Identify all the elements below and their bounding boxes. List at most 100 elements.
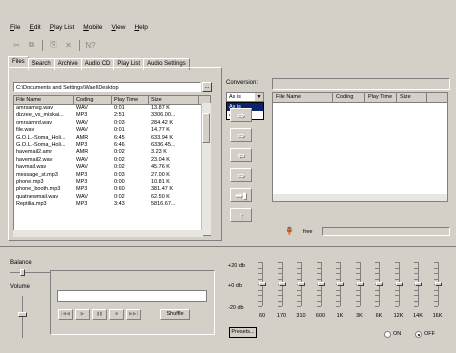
eq-slider-handle[interactable] bbox=[298, 282, 305, 286]
play-list[interactable]: File Name Coding Play Time Size bbox=[272, 92, 448, 202]
copy-icon[interactable]: ⧉ bbox=[25, 39, 38, 51]
volume-slider-handle[interactable] bbox=[18, 312, 27, 317]
move-right-button[interactable]: ⇨ bbox=[230, 168, 252, 182]
file-column-header[interactable]: Size bbox=[149, 96, 199, 104]
table-cell: MP3 bbox=[76, 171, 88, 178]
file-column-header[interactable]: Play Time bbox=[112, 96, 149, 104]
menu-help[interactable]: Help bbox=[134, 24, 147, 36]
move-right-icon: ⇨ bbox=[237, 170, 245, 180]
menu-play-list[interactable]: Play List bbox=[50, 24, 75, 36]
move-up-button[interactable]: ↑ bbox=[230, 208, 252, 222]
table-row[interactable]: dizzee_vs_miskai... MP3 2:51 3306.00... bbox=[14, 112, 210, 119]
eq-tick-mark bbox=[277, 278, 282, 280]
eq-slider-handle[interactable] bbox=[415, 282, 422, 286]
playlist-column-header[interactable]: Size bbox=[397, 93, 427, 102]
table-row[interactable]: Reptilia.mp3 MP3 3:43 5816.67... bbox=[14, 201, 210, 208]
eq-slider-handle[interactable] bbox=[356, 282, 364, 286]
toolbar-separator bbox=[79, 39, 80, 51]
player-panel bbox=[50, 270, 215, 335]
playback-progress-bar[interactable] bbox=[57, 290, 207, 302]
browse-button[interactable]: ... bbox=[202, 82, 212, 92]
file-list-horizontal-scrollbar[interactable] bbox=[13, 230, 203, 237]
folder-path-input[interactable]: C:\Documents and Settings\Wael\Desktop bbox=[13, 82, 201, 92]
destination-path-input[interactable] bbox=[272, 78, 450, 90]
table-cell: WAV bbox=[76, 164, 88, 171]
add-all-button[interactable]: ⇨ bbox=[230, 128, 252, 142]
menu-mobile[interactable]: Mobile bbox=[83, 24, 102, 36]
eq-tick-mark bbox=[394, 273, 399, 274]
eq-tick-mark bbox=[258, 295, 262, 296]
play-list-horizontal-scrollbar[interactable] bbox=[273, 194, 447, 201]
table-row[interactable]: phone.mp3 MP3 0:00 10.81 K bbox=[14, 179, 210, 186]
play-button[interactable]: ▶ bbox=[75, 309, 90, 320]
table-row[interactable]: havmail.wav WAV 0:02 45.76 K bbox=[14, 164, 210, 171]
table-row[interactable]: quatnewmail.wav WAV 0:02 62.50 K bbox=[14, 194, 210, 201]
balance-slider-track[interactable] bbox=[10, 272, 50, 273]
table-row[interactable]: havemail2.wav WAV 0:02 23.04 K bbox=[14, 157, 210, 164]
convert-button[interactable]: ➡▮ bbox=[230, 188, 252, 202]
table-cell: 14.77 K bbox=[151, 127, 170, 134]
table-cell: WAV bbox=[76, 193, 88, 200]
volume-slider-track[interactable] bbox=[22, 296, 23, 338]
menu-view[interactable]: View bbox=[111, 24, 125, 36]
conversion-select[interactable]: As is ▼ bbox=[226, 92, 264, 102]
eq-tick-mark bbox=[433, 278, 438, 280]
file-list-vertical-scrollbar[interactable] bbox=[201, 103, 211, 235]
table-cell: message_st.mp3 bbox=[16, 171, 58, 178]
file-column-header[interactable]: Coding bbox=[74, 96, 112, 104]
eq-slider-handle[interactable] bbox=[278, 282, 286, 286]
eq-slider-handle[interactable] bbox=[337, 282, 344, 286]
file-column-header[interactable]: File Name bbox=[14, 96, 74, 104]
add-to-list-button[interactable]: ⇨ bbox=[230, 108, 252, 122]
table-cell: 0:01 bbox=[114, 127, 125, 134]
eq-tick-mark bbox=[297, 295, 301, 296]
table-row[interactable]: amrsamsg.wav WAV 0:01 13.87 K bbox=[14, 105, 210, 112]
eq-tick-mark bbox=[355, 295, 360, 296]
eq-slider-handle[interactable] bbox=[395, 282, 403, 286]
balance-slider-handle[interactable] bbox=[20, 269, 25, 276]
eq-slider-handle[interactable] bbox=[317, 282, 325, 286]
eq-off-radio[interactable] bbox=[415, 331, 422, 338]
file-list[interactable]: File Name Coding Play Time Size amrsamsg.wa… bbox=[13, 95, 211, 236]
cut-icon[interactable]: ✂ bbox=[10, 39, 23, 51]
eq-on-radio[interactable] bbox=[384, 331, 391, 338]
table-row[interactable]: G.O.L.-Soma_Holi... AMR 6:45 633.94 K bbox=[14, 135, 210, 142]
previous-button[interactable]: |◀◀ bbox=[58, 309, 73, 320]
playlist-column-header[interactable]: Coding bbox=[333, 93, 365, 102]
paste-icon[interactable]: ⎘ bbox=[47, 39, 60, 51]
table-cell: quatnewmail.wav bbox=[16, 193, 59, 200]
menu-file[interactable]: File bbox=[10, 24, 21, 36]
toolbar: ✂ ⧉ ⎘ ✕ N? bbox=[10, 38, 97, 52]
pause-button[interactable]: ▮▮ bbox=[92, 309, 107, 320]
presets-button[interactable]: Presets... bbox=[229, 327, 257, 338]
eq-tick-mark bbox=[316, 267, 321, 269]
playlist-column-header[interactable]: Play Time bbox=[365, 93, 397, 102]
eq-scale-label: +20 db bbox=[228, 263, 245, 269]
eq-tick-mark bbox=[336, 273, 340, 274]
eq-tick-mark bbox=[414, 295, 418, 296]
table-row[interactable]: havemail2.amr AMR 0:02 3.23 K bbox=[14, 149, 210, 156]
table-row[interactable]: file.wav WAV 0:01 14.77 K bbox=[14, 127, 210, 134]
eq-tick-mark bbox=[355, 273, 360, 274]
table-row[interactable]: message_st.mp3 MP3 0:03 27.00 K bbox=[14, 172, 210, 179]
playlist-column-header[interactable]: File Name bbox=[273, 93, 333, 102]
menu-edit[interactable]: Edit bbox=[30, 24, 41, 36]
eq-slider-handle[interactable] bbox=[376, 282, 383, 286]
eq-slider-handle[interactable] bbox=[259, 282, 266, 286]
scrollbar-thumb[interactable] bbox=[202, 113, 210, 143]
eq-tick-mark bbox=[336, 306, 340, 307]
eq-tick-mark bbox=[258, 273, 262, 274]
table-cell: 6:46 bbox=[114, 141, 125, 148]
next-button[interactable]: ▶▶| bbox=[126, 309, 141, 320]
help-icon[interactable]: N? bbox=[84, 39, 97, 51]
table-row[interactable]: G.O.L.-Soma_Holi... MP3 6:46 6336.45... bbox=[14, 142, 210, 149]
stop-button[interactable]: ■ bbox=[109, 309, 124, 320]
shuffle-button[interactable]: Shuffle bbox=[160, 309, 190, 320]
table-row[interactable]: phone_booth.mp3 MP3 0:60 381.47 K bbox=[14, 186, 210, 193]
eq-tick-mark bbox=[258, 306, 262, 307]
remove-from-list-button[interactable]: ⇦ bbox=[230, 148, 252, 162]
close-icon[interactable]: ✕ bbox=[62, 39, 75, 51]
table-row[interactable]: omrsamrd.wav WAV 0:03 284.42 K bbox=[14, 120, 210, 127]
chevron-down-icon[interactable]: ▼ bbox=[255, 93, 263, 101]
eq-slider-handle[interactable] bbox=[434, 282, 442, 286]
